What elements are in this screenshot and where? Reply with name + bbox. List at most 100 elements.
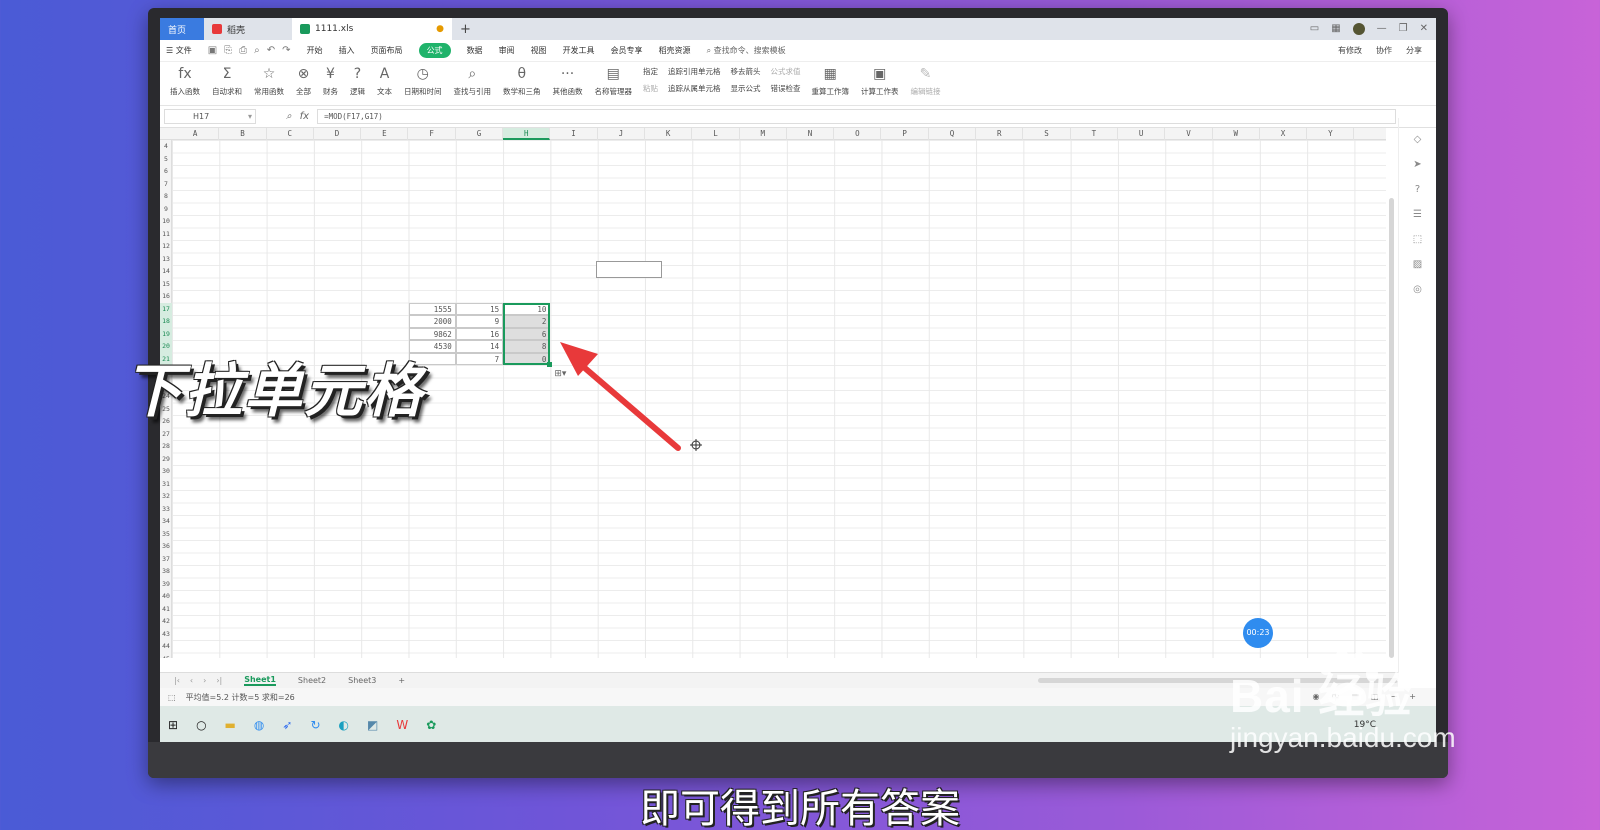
fill-handle[interactable] xyxy=(547,362,553,367)
sheet-tab-3[interactable]: Sheet3 xyxy=(348,676,376,685)
cell-G19[interactable]: 16 xyxy=(455,327,504,340)
column-header-D[interactable]: D xyxy=(314,128,362,140)
command-search[interactable]: ⌕ 查找命令、搜索模板 xyxy=(707,45,786,56)
windows-start-icon[interactable]: ⊞ xyxy=(168,718,178,732)
finance-button[interactable]: ¥ 财务 xyxy=(317,66,344,97)
row-header-19[interactable]: 19 xyxy=(160,327,172,340)
cursor-icon[interactable]: ➤ xyxy=(1413,159,1421,170)
row-header-5[interactable]: 5 xyxy=(160,153,172,166)
menu-dev-tools[interactable]: 开发工具 xyxy=(563,45,595,56)
row-header-33[interactable]: 33 xyxy=(160,503,172,516)
column-header-Y[interactable]: Y xyxy=(1307,128,1355,140)
collaborate-button[interactable]: 协作 xyxy=(1376,45,1392,56)
row-header-27[interactable]: 27 xyxy=(160,428,172,441)
date-time-button[interactable]: ◷ 日期和时间 xyxy=(398,66,448,97)
apps-icon[interactable]: ▦ xyxy=(1331,23,1340,35)
edge-icon[interactable]: ◐ xyxy=(339,718,349,732)
column-header-W[interactable]: W xyxy=(1213,128,1260,140)
zoom-icon[interactable]: ⌕ xyxy=(286,111,292,122)
column-header-C[interactable]: C xyxy=(267,128,314,140)
row-header-15[interactable]: 15 xyxy=(160,278,172,291)
row-header-39[interactable]: 39 xyxy=(160,578,172,591)
restore-icon[interactable]: ❐ xyxy=(1399,23,1408,35)
sheet-tab-1[interactable]: Sheet1 xyxy=(244,675,276,686)
lookup-reference-button[interactable]: ⌕ 查找与引用 xyxy=(448,66,498,97)
prev-sheet-icon[interactable]: ‹ xyxy=(190,676,193,685)
layout-icon[interactable]: ▭ xyxy=(1310,23,1319,35)
column-header-R[interactable]: R xyxy=(976,128,1024,140)
fx-icon[interactable]: fx xyxy=(300,111,309,122)
autofill-options-icon[interactable]: ⊞▾ xyxy=(554,369,566,379)
row-header-13[interactable]: 13 xyxy=(160,253,172,266)
column-header-V[interactable]: V xyxy=(1165,128,1213,140)
insert-function-button[interactable]: fx 插入函数 xyxy=(164,66,206,97)
undo-icon[interactable]: ↶ xyxy=(267,45,275,56)
row-header-8[interactable]: 8 xyxy=(160,190,172,203)
target-icon[interactable]: ◎ xyxy=(1413,284,1422,295)
row-header-12[interactable]: 12 xyxy=(160,240,172,253)
cell-G21[interactable]: 7 xyxy=(455,352,504,365)
row-header-34[interactable]: 34 xyxy=(160,515,172,528)
column-header-H[interactable]: H xyxy=(503,128,551,140)
autosum-button[interactable]: Σ 自动求和 xyxy=(206,66,248,97)
row-header-42[interactable]: 42 xyxy=(160,615,172,628)
column-header-J[interactable]: J xyxy=(598,128,645,140)
column-header-A[interactable]: A xyxy=(172,128,220,140)
sync-icon[interactable]: ↻ xyxy=(310,718,320,732)
cell-F17[interactable]: 1555 xyxy=(408,302,456,315)
text-functions-button[interactable]: A 文本 xyxy=(371,66,398,97)
menu-data[interactable]: 数据 xyxy=(467,45,483,56)
file-explorer-icon[interactable]: ▬ xyxy=(225,718,236,732)
error-check-button[interactable]: 错误检查 xyxy=(771,83,801,94)
row-header-18[interactable]: 18 xyxy=(160,315,172,328)
first-sheet-icon[interactable]: |‹ xyxy=(174,676,180,685)
edit-links-button[interactable]: ✎ 编辑链接 xyxy=(905,66,947,97)
row-header-35[interactable]: 35 xyxy=(160,528,172,541)
row-header-11[interactable]: 11 xyxy=(160,228,172,241)
column-header-N[interactable]: N xyxy=(787,128,835,140)
browser-icon[interactable]: ◍ xyxy=(254,718,264,732)
calc-sheet-button[interactable]: ▣ 计算工作表 xyxy=(855,66,905,97)
print-icon[interactable]: ⎙ xyxy=(239,45,247,56)
minimize-icon[interactable]: — xyxy=(1377,23,1387,35)
row-header-38[interactable]: 38 xyxy=(160,565,172,578)
wps-sheet-icon[interactable]: ✿ xyxy=(426,718,436,732)
row-header-9[interactable]: 9 xyxy=(160,203,172,216)
next-sheet-icon[interactable]: › xyxy=(203,676,206,685)
row-header-30[interactable]: 30 xyxy=(160,465,172,478)
tab-daoke[interactable]: 稻壳 xyxy=(204,18,292,40)
other-functions-button[interactable]: ··· 其他函数 xyxy=(547,66,589,97)
column-header-Q[interactable]: Q xyxy=(929,128,977,140)
row-header-28[interactable]: 28 xyxy=(160,440,172,453)
new-tab-button[interactable]: + xyxy=(452,22,479,37)
trace-dependents-button[interactable]: 追踪从属单元格 xyxy=(668,83,721,94)
crop-icon[interactable]: ⬚ xyxy=(1413,234,1422,245)
cell-G17[interactable]: 15 xyxy=(455,302,504,315)
bird-app-icon[interactable]: ➶ xyxy=(282,718,292,732)
taskbar-search-icon[interactable]: ○ xyxy=(196,718,206,732)
row-header-16[interactable]: 16 xyxy=(160,290,172,303)
help-icon[interactable]: ? xyxy=(1415,184,1420,195)
vertical-scrollbar[interactable] xyxy=(1389,198,1394,658)
column-header-T[interactable]: T xyxy=(1071,128,1118,140)
menu-page-layout[interactable]: 页面布局 xyxy=(371,45,403,56)
tab-home[interactable]: 首页 xyxy=(160,18,204,40)
row-header-45[interactable]: 45 xyxy=(160,653,172,659)
menu-insert[interactable]: 插入 xyxy=(339,45,355,56)
row-header-31[interactable]: 31 xyxy=(160,478,172,491)
row-header-14[interactable]: 14 xyxy=(160,265,172,278)
column-header-K[interactable]: K xyxy=(645,128,693,140)
add-sheet-button[interactable]: + xyxy=(398,676,405,685)
column-header-S[interactable]: S xyxy=(1023,128,1071,140)
row-header-17[interactable]: 17 xyxy=(160,302,172,315)
name-manager-button[interactable]: ▤ 名称管理器 xyxy=(589,66,639,97)
row-header-37[interactable]: 37 xyxy=(160,553,172,566)
column-header-O[interactable]: O xyxy=(834,128,882,140)
formula-input[interactable]: =MOD(F17,G17) xyxy=(317,109,1396,124)
column-header-M[interactable]: M xyxy=(740,128,787,140)
column-header-F[interactable]: F xyxy=(409,128,456,140)
menu-daoke-resources[interactable]: 稻壳资源 xyxy=(659,45,691,56)
cell-F19[interactable]: 9862 xyxy=(408,327,456,340)
remove-arrows-button[interactable]: 移去箭头 xyxy=(731,66,761,77)
show-formulas-button[interactable]: 显示公式 xyxy=(731,83,761,94)
